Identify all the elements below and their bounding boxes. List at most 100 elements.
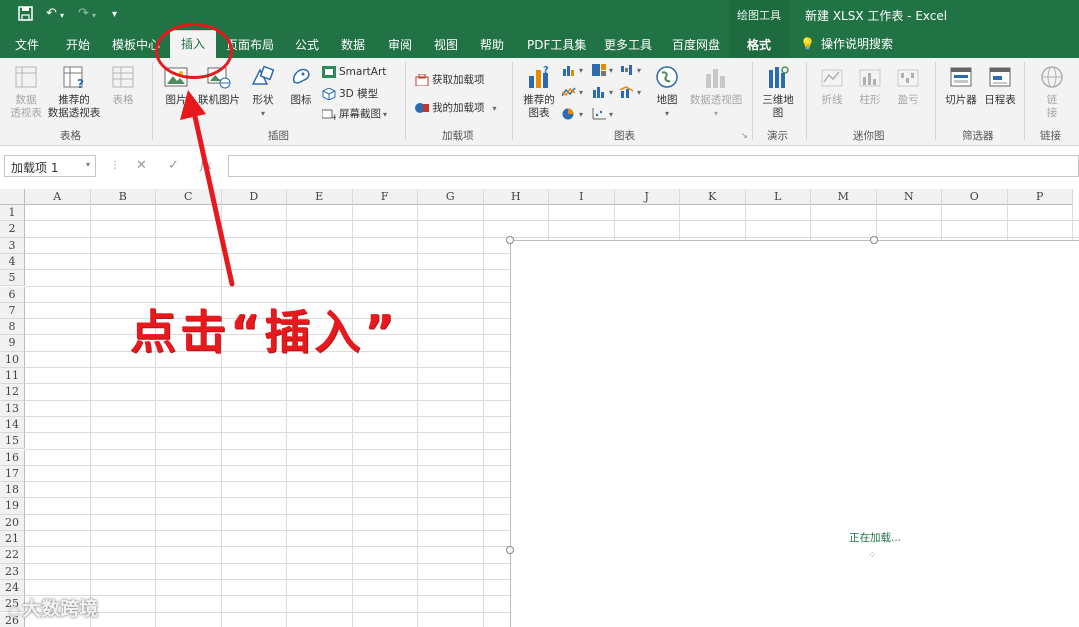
column-header[interactable]: K [680, 189, 746, 205]
row-header[interactable]: 16 [0, 449, 25, 466]
column-header[interactable]: J [614, 189, 680, 205]
column-header[interactable]: C [156, 189, 222, 205]
tab-home[interactable]: 开始 [66, 36, 90, 53]
row-header[interactable]: 19 [0, 498, 25, 515]
waterfall-chart-button[interactable]: ▾ [620, 64, 641, 76]
column-header[interactable]: E [287, 189, 353, 205]
column-header[interactable]: A [25, 189, 91, 205]
customize-toolbar-icon[interactable]: ▾ [112, 9, 117, 20]
row-header[interactable]: 5 [0, 270, 25, 287]
column-header[interactable]: G [418, 189, 484, 205]
3d-map-button[interactable]: 三维地 图 [758, 64, 798, 119]
my-addins-button[interactable]: 我的加载项 ▾ [415, 100, 497, 115]
column-header[interactable]: B [90, 189, 156, 205]
sparkline-winloss-button[interactable]: 盈亏 [891, 64, 925, 107]
smartart-button[interactable]: SmartArt [322, 66, 386, 78]
resize-handle[interactable] [870, 236, 878, 244]
row-header[interactable]: 2 [0, 221, 25, 238]
row-header[interactable]: 7 [0, 302, 25, 320]
tab-pdf-tools[interactable]: PDF工具集 [527, 36, 586, 53]
tab-format[interactable]: 格式 [747, 36, 771, 53]
slicer-button[interactable]: 切片器 [942, 64, 980, 107]
redo-dropdown-icon[interactable]: ▾ [92, 11, 96, 20]
name-box-dropdown-icon[interactable]: ▾ [86, 160, 90, 169]
row-header[interactable]: 3 [0, 237, 25, 254]
resize-handle[interactable] [506, 546, 514, 554]
insert-function-icon[interactable]: fx [200, 158, 212, 173]
column-header[interactable]: O [942, 189, 1008, 205]
column-header[interactable]: L [745, 189, 811, 205]
tab-help[interactable]: 帮助 [480, 36, 504, 53]
row-header[interactable]: 9 [0, 335, 25, 352]
pivot-table-button[interactable]: 数据 透视表 [8, 64, 44, 120]
row-header[interactable]: 15 [0, 433, 25, 450]
column-chart-button[interactable]: ▾ [562, 64, 583, 76]
tab-more-tools[interactable]: 更多工具 [604, 36, 652, 53]
tell-me-search[interactable]: 💡 操作说明搜索 [800, 35, 893, 52]
row-header[interactable]: 8 [0, 319, 25, 336]
tab-file[interactable]: 文件 [15, 36, 39, 53]
pie-chart-button[interactable]: ▾ [562, 108, 583, 120]
link-button[interactable]: 链 接 [1032, 64, 1072, 120]
undo-dropdown-icon[interactable]: ▾ [60, 11, 64, 20]
row-header[interactable]: 23 [0, 563, 25, 580]
recommended-pivot-button[interactable]: ? 推荐的 数据透视表 [45, 64, 103, 120]
column-header[interactable]: F [352, 189, 418, 205]
charts-dialog-launcher-icon[interactable]: ↘ [741, 131, 748, 140]
row-header[interactable]: 18 [0, 482, 25, 499]
sparkline-line-button[interactable]: 折线 [815, 64, 849, 107]
recommended-charts-button[interactable]: ? 推荐的 图表 [520, 64, 558, 120]
row-header[interactable]: 4 [0, 253, 25, 271]
name-box[interactable]: 加载项 1 ▾ [4, 155, 96, 177]
hierarchy-chart-button[interactable]: ▾ [592, 64, 613, 76]
sparkline-column-button[interactable]: 柱形 [853, 64, 887, 107]
statistic-chart-button[interactable]: ▾ [592, 86, 613, 98]
undo-icon[interactable]: ↶ [46, 6, 57, 21]
tab-baidu-netdisk[interactable]: 百度网盘 [672, 36, 720, 53]
row-header[interactable]: 22 [0, 547, 25, 564]
formula-input[interactable] [228, 155, 1079, 177]
tab-formulas[interactable]: 公式 [295, 36, 319, 53]
pivot-chart-button[interactable]: 数据透视图 ▾ [688, 64, 744, 120]
icons-button[interactable]: 图标 [286, 64, 316, 107]
tab-page-layout[interactable]: 页面布局 [226, 36, 274, 53]
column-header[interactable]: I [549, 189, 615, 205]
row-header[interactable]: 17 [0, 465, 25, 483]
row-header[interactable]: 13 [0, 400, 25, 417]
combo-chart-button[interactable]: ▾ [620, 86, 641, 98]
row-header[interactable]: 11 [0, 368, 25, 385]
column-header[interactable]: D [221, 189, 287, 205]
tab-view[interactable]: 视图 [434, 36, 458, 53]
enter-icon[interactable]: ✓ [168, 158, 179, 173]
table-button[interactable]: 表格 [106, 64, 140, 107]
shapes-button[interactable]: 形状 ▾ [248, 64, 278, 120]
tab-template[interactable]: 模板中心 [112, 36, 160, 53]
tab-review[interactable]: 审阅 [388, 36, 412, 53]
select-all-corner[interactable] [0, 189, 25, 205]
tab-data[interactable]: 数据 [341, 36, 365, 53]
scatter-chart-button[interactable]: ▾ [592, 108, 613, 120]
column-header[interactable]: P [1007, 189, 1073, 205]
row-header[interactable]: 12 [0, 384, 25, 401]
row-header[interactable]: 10 [0, 351, 25, 368]
timeline-button[interactable]: 日程表 [982, 64, 1018, 107]
loading-picture-object[interactable] [510, 240, 1079, 627]
3d-model-button[interactable]: 3D 模型 [322, 86, 380, 101]
row-header[interactable]: 14 [0, 416, 25, 434]
column-header[interactable]: N [876, 189, 942, 205]
redo-icon[interactable]: ↷ [78, 6, 89, 21]
resize-handle[interactable] [506, 236, 514, 244]
row-header[interactable]: 6 [0, 286, 25, 303]
row-header[interactable]: 21 [0, 531, 25, 548]
shapes-label: 形状 [252, 94, 274, 106]
save-icon[interactable] [18, 6, 33, 25]
screenshot-button[interactable]: + 屏幕截图 ▾ [322, 106, 387, 121]
column-header[interactable]: H [483, 189, 549, 205]
column-header[interactable]: M [811, 189, 877, 205]
row-header[interactable]: 1 [0, 205, 25, 222]
cancel-icon[interactable]: ✕ [136, 158, 147, 173]
map-chart-button[interactable]: 地图 ▾ [650, 64, 684, 120]
row-header[interactable]: 20 [0, 514, 25, 531]
line-chart-button[interactable]: ▾ [562, 86, 583, 98]
get-addins-button[interactable]: 获取加载项 [415, 72, 485, 87]
